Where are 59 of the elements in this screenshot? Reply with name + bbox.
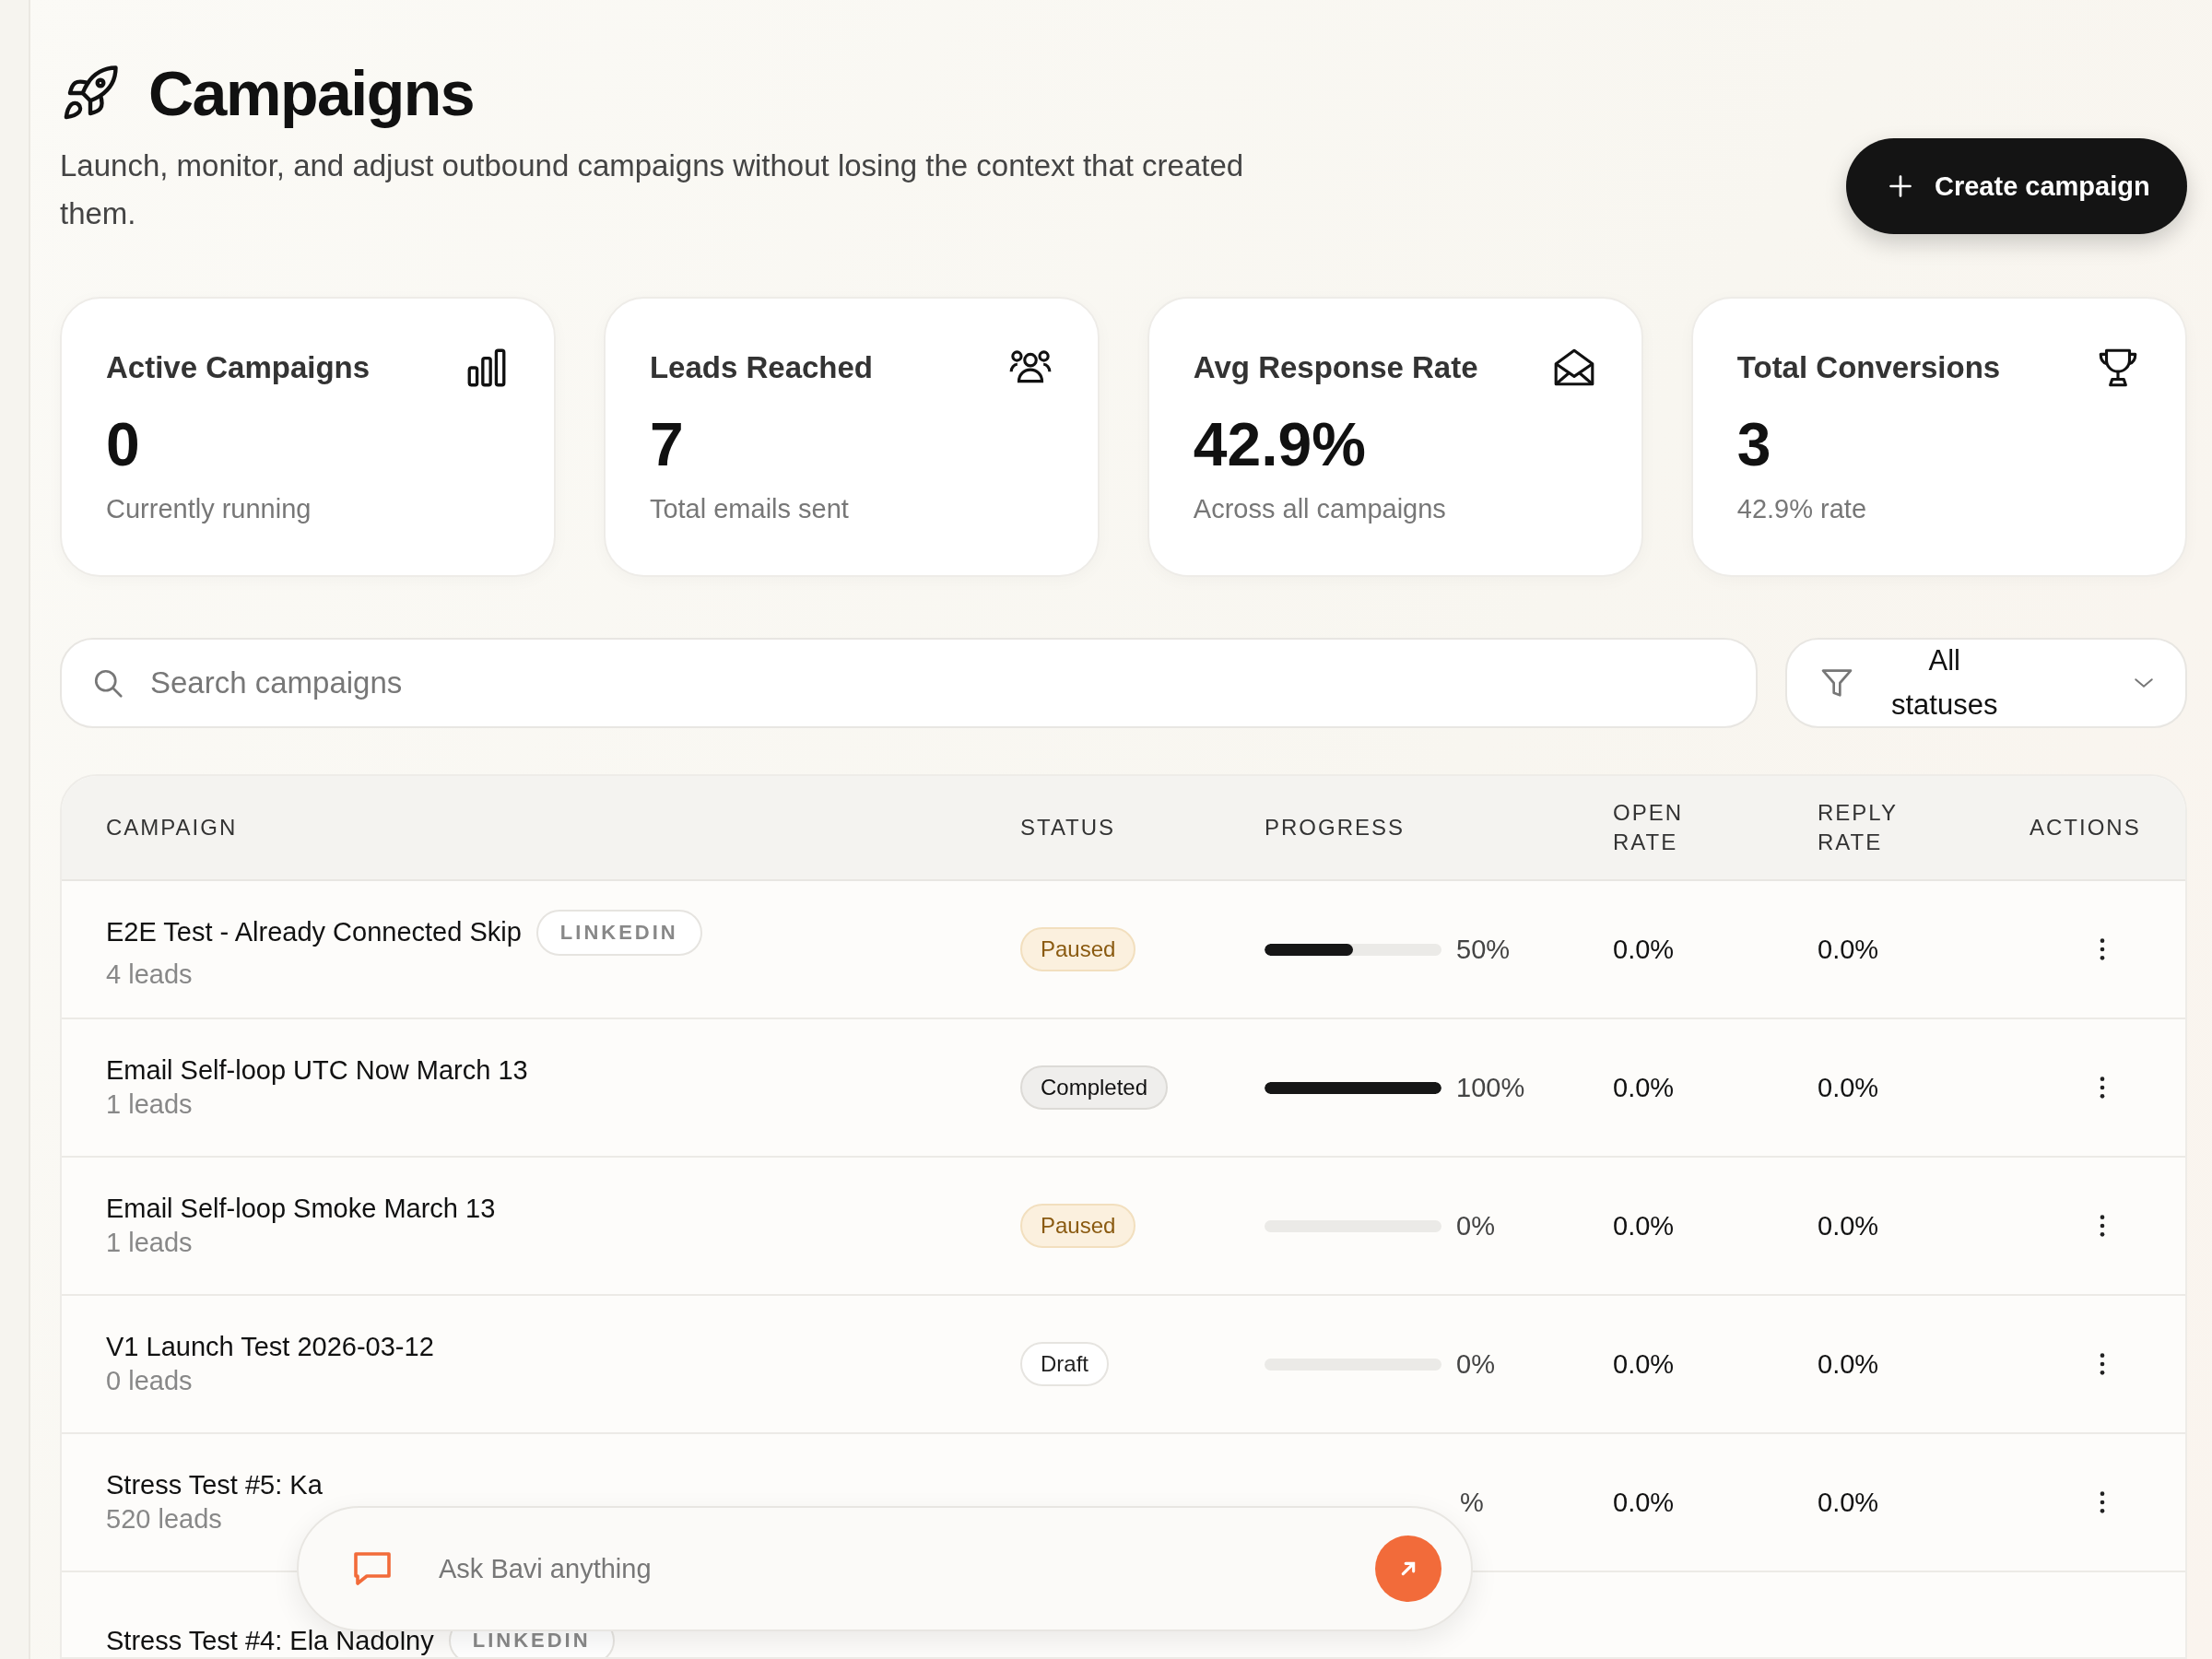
reply-rate: 0.0% bbox=[1818, 1072, 1879, 1102]
reply-rate: 0.0% bbox=[1818, 1210, 1879, 1241]
stat-title: Avg Response Rate bbox=[1193, 350, 1478, 385]
stat-value: 0 bbox=[106, 409, 141, 480]
page-subtitle: Launch, monitor, and adjust outbound campaigns without losing the context that created them. bbox=[60, 147, 1245, 232]
column-header: PROGRESS bbox=[1265, 814, 1406, 841]
create-campaign-button[interactable]: Create campaign bbox=[1846, 138, 2187, 234]
reply-rate: 0.0% bbox=[1818, 1487, 1879, 1517]
campaign-name[interactable]: Email Self-loop UTC Now March 13 bbox=[106, 1055, 528, 1086]
stat-value: 7 bbox=[649, 409, 685, 480]
open-rate: 0.0% bbox=[1613, 934, 1675, 964]
status-badge: Completed bbox=[1020, 1065, 1169, 1110]
status-badge: Paused bbox=[1020, 927, 1136, 971]
more-options-icon[interactable] bbox=[2098, 1351, 2106, 1377]
open-rate: 0.0% bbox=[1613, 1072, 1675, 1102]
open-rate: 0.0% bbox=[1613, 1487, 1675, 1517]
column-header: STATUS bbox=[1020, 814, 1117, 841]
column-header: OPEN RATE bbox=[1613, 799, 1684, 856]
stat-caption: Across all campaigns bbox=[1193, 494, 1447, 524]
more-options-icon[interactable] bbox=[2098, 1489, 2106, 1515]
stat-value: 42.9% bbox=[1193, 409, 1367, 480]
campaign-name[interactable]: E2E Test - Already Connected Skip bbox=[106, 917, 522, 947]
campaign-name[interactable]: Email Self-loop Smoke March 13 bbox=[106, 1194, 496, 1224]
stat-caption: Total emails sent bbox=[649, 494, 850, 524]
plus-icon bbox=[1887, 172, 1914, 200]
leads-count: 520 leads bbox=[106, 1504, 223, 1535]
campaign-name[interactable]: V1 Launch Test 2026-03-12 bbox=[106, 1332, 434, 1362]
stat-caption: 42.9% rate bbox=[1736, 494, 1868, 524]
more-options-icon[interactable] bbox=[2098, 1075, 2106, 1100]
column-header: CAMPAIGN bbox=[105, 814, 239, 841]
more-options-icon[interactable] bbox=[2098, 1213, 2106, 1239]
column-header: ACTIONS bbox=[2030, 814, 2142, 841]
status-badge: Paused bbox=[1020, 1204, 1136, 1248]
leads-count: 1 leads bbox=[106, 1089, 194, 1120]
page-title: Campaigns bbox=[148, 57, 475, 129]
open-rate: 0.0% bbox=[1613, 1348, 1675, 1379]
leads-count: 1 leads bbox=[106, 1228, 194, 1258]
assistant-placeholder: Ask Bavi anything bbox=[439, 1553, 652, 1584]
channel-tag: LINKEDIN bbox=[535, 909, 702, 956]
status-dropdown[interactable]: All statuses bbox=[1784, 638, 2187, 728]
stat-caption: Currently running bbox=[106, 494, 312, 524]
stat-title: Leads Reached bbox=[649, 350, 874, 385]
campaign-name[interactable]: Stress Test #5: Ka bbox=[106, 1470, 323, 1500]
search-field[interactable]: Search campaigns bbox=[60, 638, 1758, 728]
reply-rate: 0.0% bbox=[1818, 934, 1879, 964]
leads-count: 0 leads bbox=[106, 1366, 194, 1396]
progress-percent: 50% bbox=[1456, 934, 1511, 965]
progress-percent: 0% bbox=[1456, 1210, 1495, 1241]
reply-rate: 0.0% bbox=[1818, 1348, 1879, 1379]
stat-value: 3 bbox=[1736, 409, 1772, 480]
progress-percent: 100% bbox=[1456, 1072, 1525, 1103]
status-badge: Draft bbox=[1020, 1342, 1109, 1386]
column-header: REPLY RATE bbox=[1818, 799, 1899, 856]
open-rate: 0.0% bbox=[1613, 1210, 1675, 1241]
leads-count: 4 leads bbox=[106, 959, 194, 990]
progress-percent: 0% bbox=[1456, 1348, 1495, 1380]
stat-title: Total Conversions bbox=[1736, 350, 2001, 385]
stat-title: Active Campaigns bbox=[106, 350, 371, 385]
more-options-icon[interactable] bbox=[2098, 936, 2106, 962]
